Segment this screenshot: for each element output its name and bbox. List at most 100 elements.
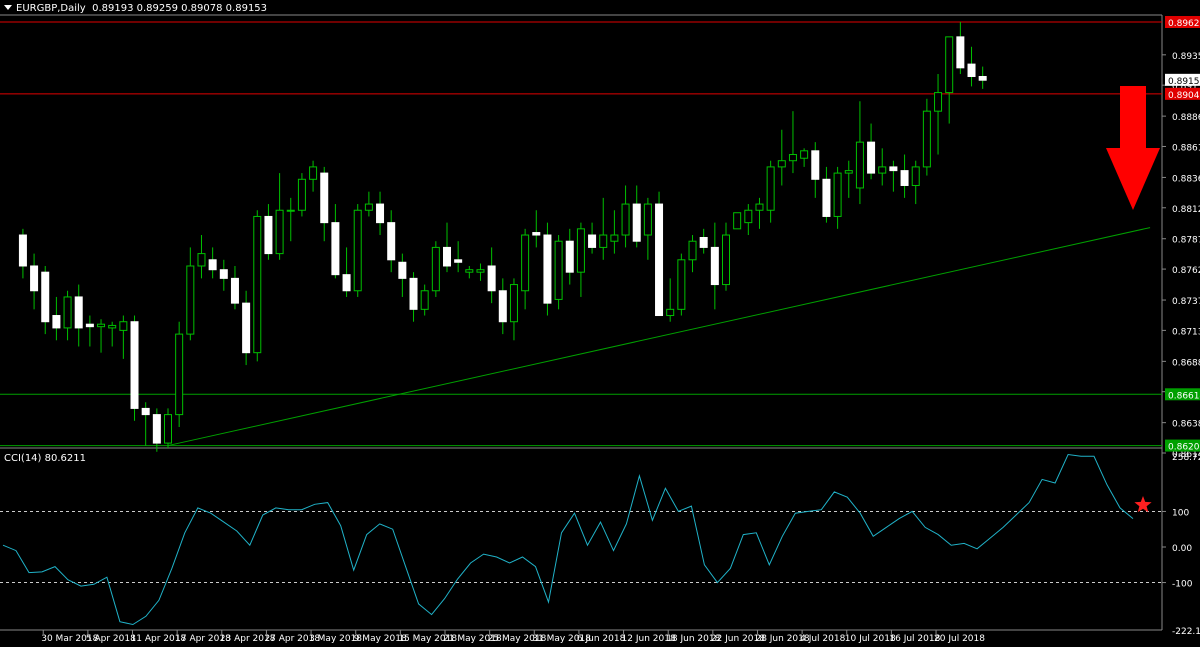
price-tick-label: 0.87375 xyxy=(1172,297,1200,307)
bull-candle xyxy=(521,234,530,292)
bear-candle xyxy=(398,261,407,279)
price-tick-label: 0.88615 xyxy=(1172,143,1200,153)
price-tick-label: 0.88860 xyxy=(1172,113,1200,123)
bull-candle xyxy=(878,166,887,174)
bear-candle xyxy=(498,290,507,323)
bear-candle xyxy=(543,234,552,304)
bear-candle xyxy=(889,166,898,172)
bear-candle xyxy=(487,265,496,292)
bull-candle xyxy=(364,203,373,211)
price-tick-label: 0.88120 xyxy=(1172,205,1200,215)
bear-candle xyxy=(967,63,976,77)
bull-candle xyxy=(599,234,608,248)
bear-candle xyxy=(632,203,641,242)
bull-candle xyxy=(833,172,842,217)
date-label: 4 Jul 2018 xyxy=(800,634,845,644)
bull-candle xyxy=(186,265,195,335)
bull-candle xyxy=(509,284,518,323)
bear-candle xyxy=(30,265,39,292)
bull-candle xyxy=(688,240,697,261)
bear-candle xyxy=(376,203,385,224)
bull-candle xyxy=(621,203,630,236)
bull-candle xyxy=(733,212,742,230)
price-tick-label: 0.86880 xyxy=(1172,358,1200,368)
bull-candle xyxy=(800,150,809,159)
bull-candle xyxy=(476,269,485,273)
support-tag-label: 0.86200 xyxy=(1168,443,1200,453)
cci-level-label: -100 xyxy=(1172,580,1193,590)
bear-candle xyxy=(532,232,541,236)
bull-candle xyxy=(777,160,786,168)
bear-candle xyxy=(41,271,50,323)
chart-header[interactable]: EURGBP,Daily 0.89193 0.89259 0.89078 0.8… xyxy=(4,3,267,14)
bull-candle xyxy=(643,203,652,236)
bull-candle xyxy=(844,170,853,174)
price-tick-label: 0.87870 xyxy=(1172,236,1200,246)
bear-candle xyxy=(85,323,94,328)
bull-candle xyxy=(108,324,117,329)
resistance-tag-label: 0.89040 xyxy=(1168,91,1200,101)
date-label: 20 Jul 2018 xyxy=(934,634,985,644)
cci-top-label: 258.7226 xyxy=(1172,453,1200,463)
bear-candle xyxy=(867,141,876,174)
bull-candle xyxy=(766,166,775,211)
support-tag-label: 0.86614 xyxy=(1168,391,1200,401)
bull-candle xyxy=(465,269,474,273)
bear-candle xyxy=(588,234,597,248)
bear-candle xyxy=(320,172,329,224)
bull-candle xyxy=(286,209,295,212)
cci-level-label: 0.00 xyxy=(1172,544,1192,554)
price-tick-label: 0.87625 xyxy=(1172,266,1200,276)
bull-candle xyxy=(431,246,440,292)
bear-candle xyxy=(956,36,965,69)
bear-candle xyxy=(52,315,61,329)
dropdown-triangle-icon[interactable] xyxy=(4,5,12,10)
bull-candle xyxy=(576,228,585,273)
bull-candle xyxy=(253,215,262,354)
price-tick-label: 0.87130 xyxy=(1172,327,1200,337)
bull-candle xyxy=(420,290,429,310)
bear-candle xyxy=(699,237,708,248)
bear-candle xyxy=(141,407,150,416)
date-label: 10 Jul 2018 xyxy=(845,634,896,644)
bull-candle xyxy=(755,203,764,211)
bear-candle xyxy=(978,75,987,81)
bull-candle xyxy=(297,178,306,211)
cci-header: CCI(14) 80.6211 xyxy=(4,453,86,464)
bull-candle xyxy=(788,154,797,162)
bull-candle xyxy=(744,209,753,224)
cci-level-label: 100 xyxy=(1172,508,1189,518)
price-tick-label: 0.88365 xyxy=(1172,174,1200,184)
bear-candle xyxy=(822,178,831,217)
bull-candle xyxy=(97,323,106,328)
bear-candle xyxy=(900,170,909,186)
resistance-tag-label: 0.89620 xyxy=(1168,19,1200,29)
ohlc-values: 0.89193 0.89259 0.89078 0.89153 xyxy=(92,3,268,14)
bull-candle xyxy=(275,209,284,255)
price-tick-label: 0.89355 xyxy=(1172,52,1200,62)
bull-candle xyxy=(934,92,943,112)
date-label: 6 Jun 2018 xyxy=(577,634,626,644)
bear-candle xyxy=(811,150,820,180)
bull-candle xyxy=(63,296,72,329)
bull-candle xyxy=(353,209,362,292)
bear-candle xyxy=(219,269,228,279)
bear-candle xyxy=(74,296,83,329)
bull-candle xyxy=(722,234,730,286)
bull-candle xyxy=(119,321,128,331)
price-tick-label: 0.86385 xyxy=(1172,420,1200,430)
bull-candle xyxy=(911,166,920,186)
bull-candle xyxy=(945,36,954,94)
bear-candle xyxy=(710,246,719,286)
bear-candle xyxy=(387,222,396,261)
bull-candle xyxy=(666,308,675,317)
bull-candle xyxy=(554,240,563,300)
bear-candle xyxy=(342,274,351,292)
bear-candle xyxy=(454,259,463,263)
bear-candle xyxy=(443,246,451,267)
bear-candle xyxy=(655,203,664,317)
bear-candle xyxy=(152,414,161,444)
bull-candle xyxy=(309,166,318,180)
bull-candle xyxy=(610,234,619,242)
date-label: 5 Apr 2018 xyxy=(86,634,136,644)
